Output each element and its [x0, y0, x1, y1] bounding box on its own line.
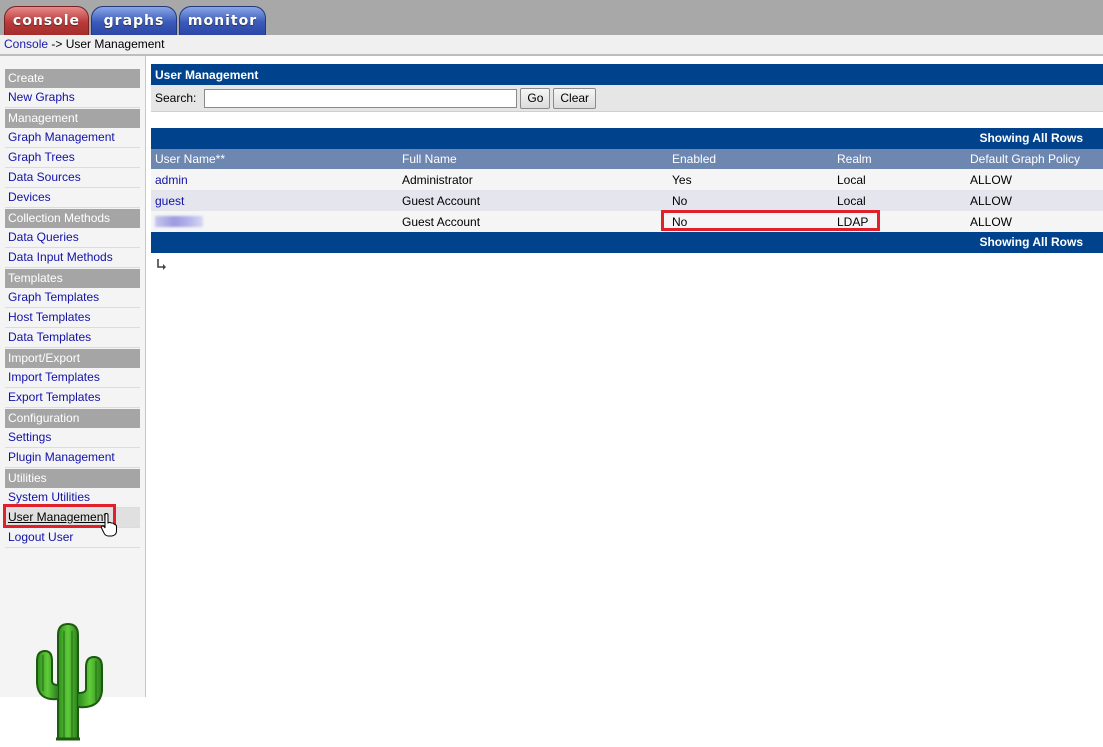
- sidebar-section-header: Utilities: [5, 469, 140, 488]
- go-button[interactable]: Go: [520, 87, 551, 109]
- sidebar-item-settings[interactable]: Settings: [5, 428, 140, 448]
- user-name-cell[interactable]: guest: [151, 190, 398, 211]
- column-header-user-name[interactable]: User Name**: [151, 149, 398, 169]
- sidebar-item-data-templates[interactable]: Data Templates: [5, 328, 140, 348]
- sidebar-section-header: Create: [5, 69, 140, 88]
- enabled-cell: No: [668, 211, 833, 232]
- full-name-cell: Guest Account: [398, 211, 668, 232]
- sidebar-item-host-templates[interactable]: Host Templates: [5, 308, 140, 328]
- realm-cell: Local: [833, 169, 966, 190]
- enabled-cell: No: [668, 190, 833, 211]
- sidebar-section-header: Management: [5, 109, 140, 128]
- sidebar-item-graph-management[interactable]: Graph Management: [5, 128, 140, 148]
- main-content: User Management Search: Go Clear Showing…: [151, 64, 1103, 253]
- sidebar-item-system-utilities[interactable]: System Utilities: [5, 488, 140, 508]
- sidebar: Create New Graphs Management Graph Manageme…: [0, 56, 146, 741]
- grid-nav-top: Showing All Rows: [151, 128, 1103, 149]
- sidebar-item-graph-templates[interactable]: Graph Templates: [5, 288, 140, 308]
- sidebar-item-data-input-methods[interactable]: Data Input Methods: [5, 248, 140, 268]
- sidebar-item-plugin-management[interactable]: Plugin Management: [5, 448, 140, 468]
- sidebar-item-data-queries[interactable]: Data Queries: [5, 228, 140, 248]
- column-header-full-name[interactable]: Full Name: [398, 149, 668, 169]
- return-arrow-icon[interactable]: [156, 258, 168, 270]
- policy-cell: ALLOW: [966, 211, 1103, 232]
- sidebar-item-new-graphs[interactable]: New Graphs: [5, 88, 140, 108]
- user-link[interactable]: guest: [155, 194, 184, 208]
- sidebar-item-logout-user[interactable]: Logout User: [5, 528, 140, 548]
- policy-cell: ALLOW: [966, 190, 1103, 211]
- user-name-cell[interactable]: admin: [151, 169, 398, 190]
- panel-title: User Management: [151, 64, 1103, 85]
- users-table: User Name** Full Name Enabled Realm Defa…: [151, 149, 1103, 232]
- table-row: Guest Account No LDAP ALLOW: [151, 211, 1103, 232]
- search-row: Search: Go Clear: [151, 85, 1103, 112]
- breadcrumb-console-link[interactable]: Console: [4, 37, 48, 51]
- breadcrumb-current: User Management: [65, 37, 165, 51]
- top-tab-bar: console graphs monitor: [0, 0, 1103, 35]
- sidebar-section-header: Templates: [5, 269, 140, 288]
- column-header-enabled[interactable]: Enabled: [668, 149, 833, 169]
- sidebar-section-header: Configuration: [5, 409, 140, 428]
- breadcrumb-separator: ->: [48, 37, 66, 51]
- enabled-cell: Yes: [668, 169, 833, 190]
- table-row: admin Administrator Yes Local ALLOW: [151, 169, 1103, 190]
- cactus-logo: [36, 622, 103, 741]
- column-header-realm[interactable]: Realm: [833, 149, 966, 169]
- redacted-user-name[interactable]: [155, 216, 203, 227]
- realm-cell: Local: [833, 190, 966, 211]
- sidebar-menu: Create New Graphs Management Graph Manageme…: [5, 68, 140, 548]
- user-grid: Showing All Rows User Name** Full Name E…: [151, 128, 1103, 253]
- tab-graphs[interactable]: graphs: [91, 6, 177, 35]
- search-label: Search:: [155, 91, 197, 105]
- hand-cursor-icon: [100, 513, 117, 537]
- full-name-cell: Guest Account: [398, 190, 668, 211]
- sidebar-item-user-management[interactable]: User Management: [5, 508, 140, 528]
- policy-cell: ALLOW: [966, 169, 1103, 190]
- user-name-cell[interactable]: [151, 211, 398, 232]
- sidebar-item-data-sources[interactable]: Data Sources: [5, 168, 140, 188]
- tab-console[interactable]: console: [4, 6, 89, 35]
- sidebar-item-devices[interactable]: Devices: [5, 188, 140, 208]
- full-name-cell: Administrator: [398, 169, 668, 190]
- breadcrumb: Console -> User Management: [0, 35, 1103, 56]
- user-link[interactable]: admin: [155, 173, 188, 187]
- search-input[interactable]: [204, 88, 518, 108]
- realm-cell: LDAP: [833, 211, 966, 232]
- column-header-policy[interactable]: Default Graph Policy: [966, 149, 1103, 169]
- table-row: guest Guest Account No Local ALLOW: [151, 190, 1103, 211]
- clear-button[interactable]: Clear: [553, 87, 597, 109]
- sidebar-item-export-templates[interactable]: Export Templates: [5, 388, 140, 408]
- sidebar-section-header: Collection Methods: [5, 209, 140, 228]
- sidebar-item-graph-trees[interactable]: Graph Trees: [5, 148, 140, 168]
- tab-monitor[interactable]: monitor: [179, 6, 266, 35]
- sidebar-section-header: Import/Export: [5, 349, 140, 368]
- sidebar-item-import-templates[interactable]: Import Templates: [5, 368, 140, 388]
- grid-nav-bottom: Showing All Rows: [151, 232, 1103, 253]
